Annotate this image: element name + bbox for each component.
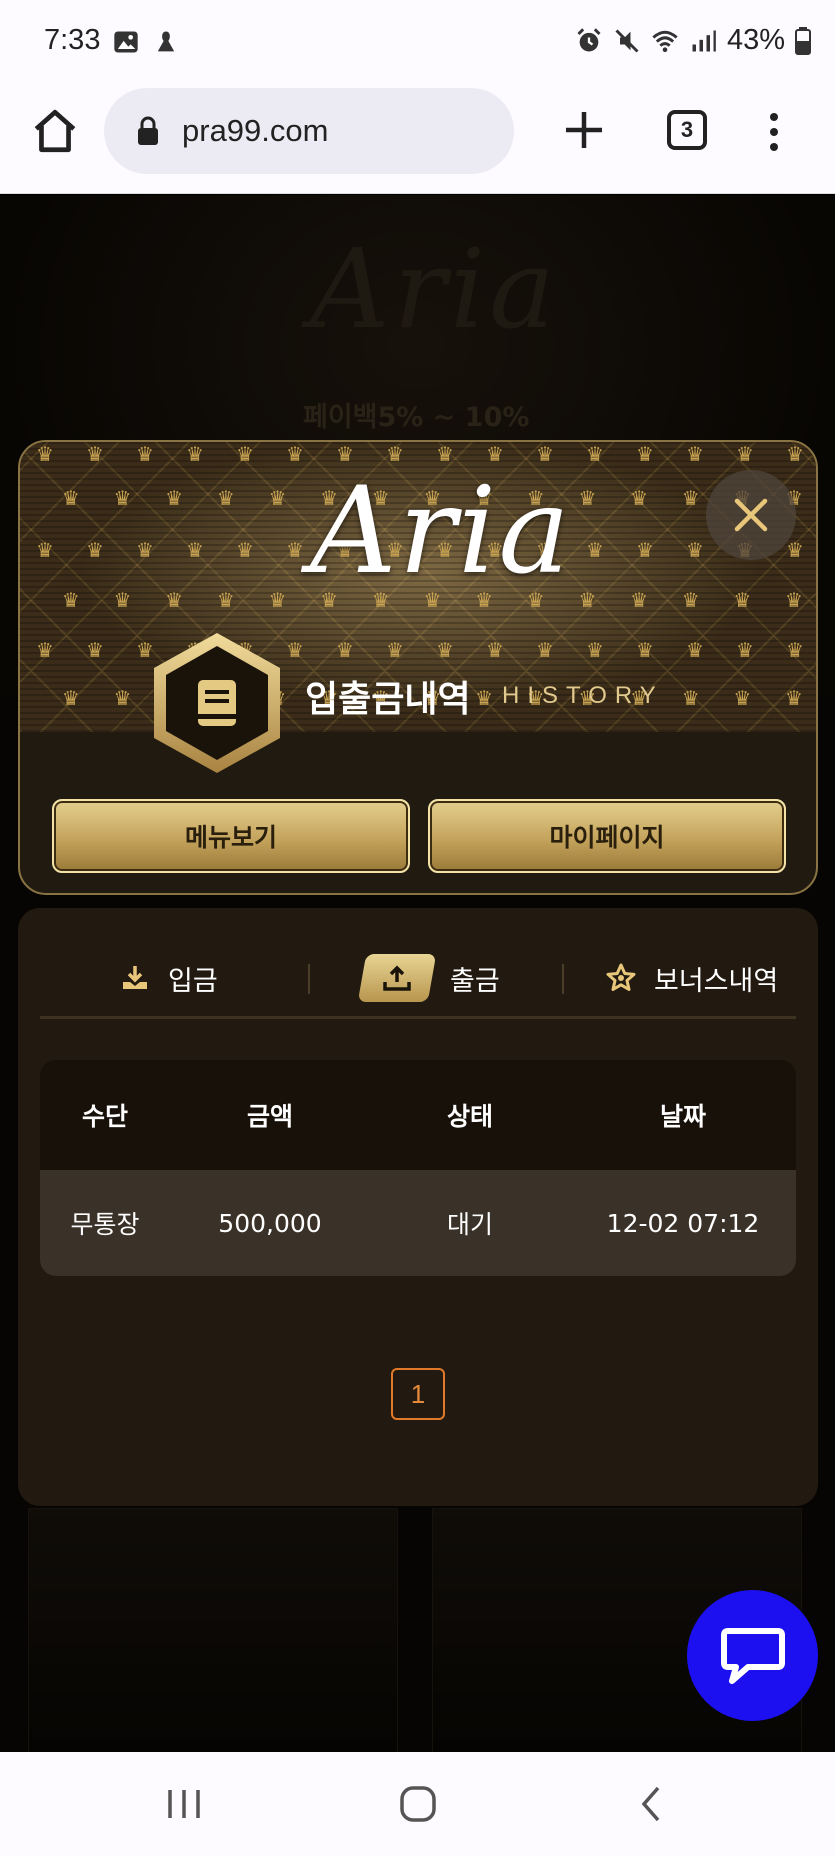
history-tabs: 입금 출금 보너스내역: [40, 946, 796, 1018]
alarm-icon: [577, 27, 601, 51]
more-vert-icon[interactable]: [764, 112, 784, 152]
tab-underline: [40, 1016, 796, 1019]
column-header: 날짜: [659, 1102, 706, 1131]
upload-icon: [383, 965, 411, 991]
android-nav-bar: [0, 1752, 835, 1856]
modal-header: ♛ ♛ ♛ ♛ ♛ ♛ ♛ ♛ ♛ ♛ ♛ ♛ ♛ ♛ ♛ ♛ ♛ ♛ ♛ ♛ ♛ ♛ ♛ ♛ ♛ ♛ ♛ ♛ ♛ ♛ ♛ ♛ ♛ ♛ ♛ ♛ ♛ ♛…: [18, 440, 818, 895]
pagination-page[interactable]: 1: [391, 1368, 445, 1420]
battery-icon: [795, 26, 811, 55]
tab-bonus-history[interactable]: 보너스내역: [606, 946, 778, 1010]
tab-withdraw[interactable]: 출금: [357, 946, 500, 1010]
tab-count: 3: [680, 117, 694, 142]
home-nav-icon[interactable]: [396, 1782, 440, 1826]
close-button[interactable]: [706, 470, 796, 560]
tab-label: 출금: [450, 965, 500, 997]
aria-logo: Aria: [310, 462, 572, 601]
chat-button[interactable]: [687, 1590, 818, 1721]
cell-method: 무통장: [70, 1210, 140, 1239]
image-icon: [114, 31, 138, 53]
tab-divider: [308, 964, 310, 994]
column-header: 수단: [81, 1102, 128, 1131]
battery-percent: 43%: [726, 24, 785, 56]
app-icon: [157, 31, 175, 52]
recent-apps-icon[interactable]: [162, 1782, 206, 1826]
chat-bubble-icon: [720, 1627, 785, 1684]
history-table: 수단 금액 상태 날짜 무통장 500,000 대기 12-02 07:12: [40, 1060, 796, 1276]
back-icon[interactable]: [630, 1782, 674, 1826]
tab-label: 보너스내역: [654, 965, 779, 997]
star-icon: [606, 963, 636, 991]
wifi-icon: [652, 30, 678, 52]
status-bar: 7:33 43%: [0, 0, 835, 82]
cell-date: 12-02 07:12: [606, 1208, 760, 1238]
table-row[interactable]: 무통장 500,000 대기 12-02 07:12: [40, 1170, 796, 1276]
tab-divider: [562, 964, 564, 994]
menu-button[interactable]: 메뉴보기: [52, 799, 410, 873]
column-header: 금액: [246, 1102, 293, 1131]
mute-icon: [615, 28, 639, 53]
table-header: 수단 금액 상태 날짜: [40, 1060, 796, 1170]
plus-icon[interactable]: [562, 108, 606, 152]
url-text: pra99.com: [182, 113, 329, 148]
tab-label: 입금: [168, 965, 218, 997]
download-icon: [123, 966, 147, 989]
mypage-button[interactable]: 마이페이지: [428, 799, 786, 873]
home-icon[interactable]: [30, 106, 80, 156]
column-header: 상태: [446, 1102, 493, 1131]
close-icon: [734, 498, 768, 532]
book-icon: [154, 633, 280, 773]
status-time: 7:33: [44, 24, 101, 56]
tabs-button[interactable]: 3: [667, 110, 707, 150]
lock-icon: [138, 116, 158, 145]
address-bar[interactable]: pra99.com: [104, 88, 514, 174]
history-panel: 입금 출금 보너스내역 수단 금액 상태 날짜 무통장 500,000 대기 1…: [18, 908, 818, 1506]
signal-icon: [692, 30, 716, 51]
browser-toolbar: pra99.com 3: [0, 82, 835, 194]
page-title: 입출금내역: [305, 679, 471, 720]
page-subtitle: HISTORY: [502, 682, 664, 709]
tab-deposit[interactable]: 입금: [120, 946, 218, 1010]
cell-amount: 500,000: [218, 1208, 322, 1238]
cell-status: 대기: [446, 1210, 493, 1239]
